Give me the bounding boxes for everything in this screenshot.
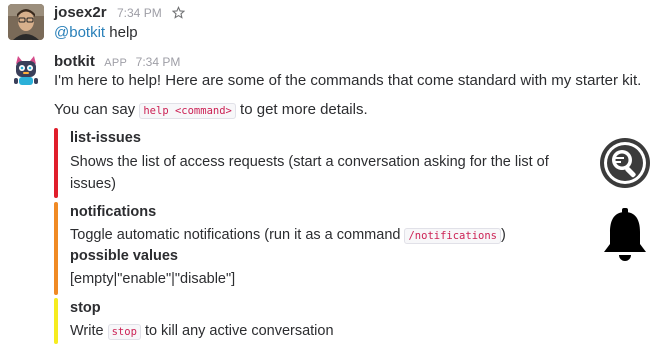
hint-after: to get more details.	[240, 101, 368, 118]
user-avatar[interactable]	[8, 4, 44, 40]
text-before: Write	[70, 323, 104, 339]
attachment-color-bar	[54, 202, 58, 295]
timestamp[interactable]: 7:34 PM	[117, 6, 162, 20]
attachment-text: Write stop to kill any active conversati…	[70, 320, 334, 343]
bot-name[interactable]: botkit	[54, 53, 95, 70]
attachment-color-bar	[54, 128, 58, 198]
attachment-list-issues: list-issues Shows the list of access req…	[54, 128, 664, 198]
text-after: to kill any active conversation	[144, 323, 334, 339]
hint-text: You can say help <command> to get more d…	[54, 101, 368, 119]
inline-code: help <command>	[139, 103, 236, 119]
search-ticket-icon	[598, 136, 652, 195]
attachment-title: notifications	[70, 204, 157, 220]
field-value: [empty|"enable"|"disable"]	[70, 271, 236, 287]
attachment-color-bar	[54, 298, 58, 344]
message-josex2r: josex2r 7:34 PM @botkit help	[0, 0, 671, 48]
user-mention[interactable]: @botkit	[54, 24, 105, 41]
intro-text: I'm here to help! Here are some of the c…	[54, 72, 642, 89]
message-text: help	[109, 24, 138, 41]
text-after: )	[501, 227, 506, 243]
attachment-stop: stop Write stop to kill any active conve…	[54, 298, 664, 344]
star-icon[interactable]	[171, 6, 186, 24]
username[interactable]: josex2r	[54, 4, 107, 21]
attachment-title: stop	[70, 300, 101, 316]
attachment-text: Shows the list of access requests (start…	[70, 154, 549, 170]
hint-before: You can say	[54, 101, 136, 118]
inline-code: /notifications	[404, 228, 501, 244]
timestamp[interactable]: 7:34 PM	[136, 55, 181, 69]
message-botkit: botkit APP 7:34 PM I'm here to help! Her…	[0, 48, 671, 354]
bot-avatar[interactable]	[8, 52, 44, 88]
bell-icon	[600, 206, 650, 269]
field-title: possible values	[70, 248, 178, 264]
text-before: Toggle automatic notifications (run it a…	[70, 227, 401, 243]
app-badge: APP	[104, 57, 128, 69]
attachment-notifications: notifications Toggle automatic notificat…	[54, 202, 664, 295]
inline-code: stop	[107, 324, 141, 340]
attachment-title: list-issues	[70, 130, 141, 146]
attachment-text: Toggle automatic notifications (run it a…	[70, 224, 506, 247]
attachment-text-cont: issues)	[70, 176, 116, 192]
